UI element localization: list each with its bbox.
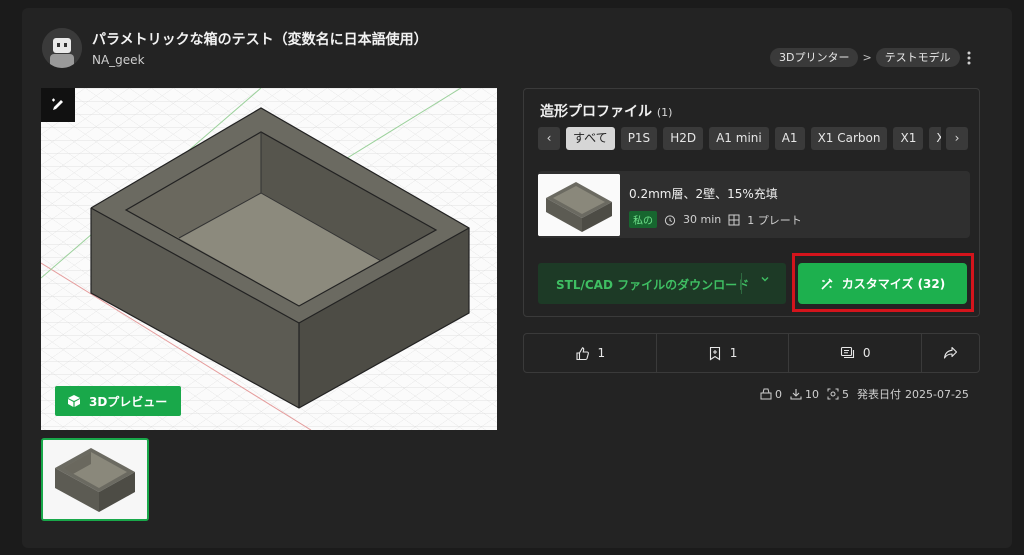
profile-thumbnail	[538, 174, 620, 236]
download-stl-cad-button[interactable]: STL/CAD ファイルのダウンロード	[538, 263, 786, 304]
3d-preview-button[interactable]: 3Dプレビュー	[55, 386, 182, 416]
like-button[interactable]: 1	[524, 334, 657, 372]
chevron-down-icon[interactable]	[760, 274, 770, 284]
breadcrumb-separator: >	[862, 51, 872, 64]
clock-icon	[664, 214, 676, 226]
customize-wand-icon	[821, 277, 833, 290]
profile-item[interactable]: 0.2mm層、2壁、15%充填 私の 30 min 1 プレート	[538, 171, 970, 238]
collect-count: 1	[729, 346, 738, 360]
comment-count: 0	[862, 346, 871, 360]
download-label: STL/CAD ファイルのダウンロード	[556, 278, 750, 292]
customize-button[interactable]: カスタマイズ (32)	[798, 263, 967, 304]
profile-heading: 造形プロファイル (1)	[540, 101, 672, 121]
tab-a1-mini[interactable]: A1 mini	[709, 127, 769, 150]
tab-all[interactable]: すべて	[566, 127, 615, 150]
tab-x1e[interactable]: X1E	[929, 127, 941, 150]
comment-button[interactable]: 0	[789, 334, 923, 372]
print-time: 30 min	[683, 213, 722, 226]
edit-pencil-icon[interactable]	[41, 88, 75, 122]
breadcrumb-item-3d-printer[interactable]: 3Dプリンター	[770, 48, 859, 67]
comment-icon	[840, 346, 854, 359]
tab-h2d[interactable]: H2D	[663, 127, 704, 150]
customize-label: カスタマイズ (32)	[841, 277, 946, 291]
breadcrumb: 3Dプリンター > テストモデル	[770, 48, 960, 67]
profile-name: 0.2mm層、2壁、15%充填	[629, 187, 778, 201]
like-count: 1	[597, 346, 606, 360]
collect-button[interactable]: 1	[657, 334, 790, 372]
author-name[interactable]: NA_geek	[92, 53, 145, 67]
view-count-stat: 5	[827, 388, 849, 401]
mine-badge: 私の	[629, 211, 657, 228]
author-avatar[interactable]	[42, 28, 82, 68]
printer-icon	[760, 388, 772, 400]
cube-icon	[68, 395, 80, 407]
profile-title: 造形プロファイル	[540, 104, 652, 120]
3d-preview-label: 3Dプレビュー	[89, 394, 168, 409]
download-count: 10	[805, 387, 819, 401]
profile-count: (1)	[656, 106, 673, 119]
more-options-icon[interactable]	[962, 48, 976, 68]
plate-count: 1 プレート	[747, 213, 802, 227]
plate-icon	[728, 214, 740, 225]
share-icon	[943, 346, 958, 359]
model-title: パラメトリックな箱のテスト（変数名に日本語使用）	[92, 32, 428, 48]
thumbnail-box-image	[43, 440, 147, 519]
bookmark-plus-icon	[709, 346, 720, 361]
print-profile-panel: 造形プロファイル (1) ‹ すべて P1S H2D A1 mini A1 X1 Carb…	[523, 88, 980, 317]
model-preview-image[interactable]: 3Dプレビュー	[41, 88, 497, 430]
model-stats: 0 10 5 発表日付 2025-07-25	[760, 386, 969, 402]
profile-meta: 私の 30 min 1 プレート	[629, 211, 802, 228]
box-render	[41, 88, 497, 430]
download-divider	[741, 273, 742, 294]
tab-p1s[interactable]: P1S	[620, 127, 658, 150]
view-icon	[827, 388, 839, 400]
printer-filter-tabs: ‹ すべてP1SH2DA1 miniA1X1 CarbonX1 X1E ›	[538, 127, 968, 150]
chevron-right-icon[interactable]: ›	[946, 127, 968, 150]
thumbnail-1[interactable]	[41, 438, 149, 521]
print-count: 0	[775, 387, 782, 401]
download-icon	[790, 389, 802, 400]
tab-x1[interactable]: X1	[893, 127, 924, 150]
tab-a1[interactable]: A1	[774, 127, 805, 150]
published-date: 2025-07-25	[905, 387, 969, 401]
tab-x1-carbon[interactable]: X1 Carbon	[810, 127, 888, 150]
thumbs-up-icon	[575, 346, 589, 360]
share-button[interactable]	[922, 334, 979, 372]
chevron-left-icon[interactable]: ‹	[538, 127, 560, 150]
print-count-stat: 0	[760, 388, 782, 401]
action-bar: 1 1 0	[523, 333, 980, 373]
breadcrumb-item-test-model[interactable]: テストモデル	[875, 48, 960, 67]
published-label: 発表日付	[857, 388, 901, 401]
view-count: 5	[842, 387, 849, 401]
download-count-stat: 10	[790, 388, 819, 401]
